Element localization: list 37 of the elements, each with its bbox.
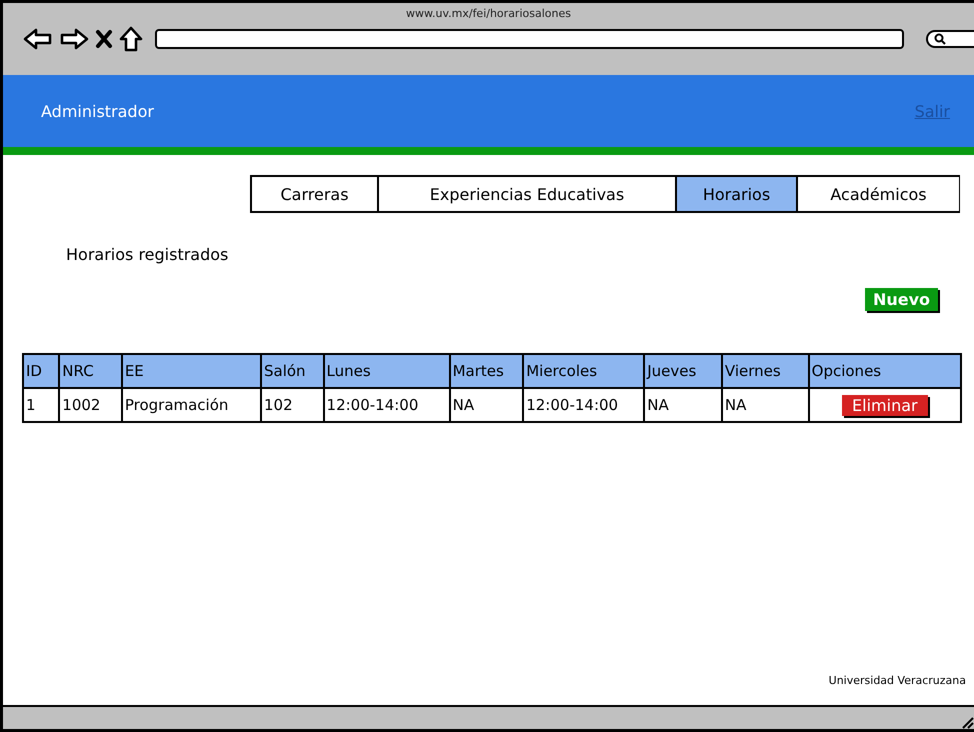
home-icon[interactable] xyxy=(119,26,143,52)
table-cell: 12:00-14:00 xyxy=(523,388,644,422)
nav-tab[interactable]: Horarios xyxy=(676,175,797,213)
header-title: Administrador xyxy=(41,102,154,120)
page-address: www.uv.mx/fei/horariosalones xyxy=(406,7,571,20)
table-cell: 102 xyxy=(261,388,324,422)
delete-button[interactable]: Eliminar xyxy=(842,394,928,416)
table-cell: NA xyxy=(722,388,809,422)
column-header: Viernes xyxy=(722,354,809,388)
column-header: Martes xyxy=(450,354,524,388)
section-title: Horarios registrados xyxy=(66,245,230,264)
table-cell: NA xyxy=(450,388,524,422)
table-cell: NA xyxy=(644,388,722,422)
search-icon xyxy=(934,33,946,45)
table-cell: Programación xyxy=(122,388,261,422)
column-header: ID xyxy=(23,354,60,388)
table-cell: 1 xyxy=(23,388,60,422)
address-field[interactable] xyxy=(155,29,904,49)
column-header: EE xyxy=(122,354,261,388)
footer-text: Universidad Veracruzana xyxy=(828,674,966,687)
back-arrow-icon[interactable] xyxy=(23,27,53,51)
column-header: Lunes xyxy=(324,354,450,388)
search-field[interactable] xyxy=(926,30,974,48)
column-header: Jueves xyxy=(644,354,722,388)
column-header: Miercoles xyxy=(523,354,644,388)
close-icon[interactable] xyxy=(95,29,113,49)
table-cell: 1002 xyxy=(59,388,122,422)
forward-arrow-icon[interactable] xyxy=(59,27,89,51)
new-button[interactable]: Nuevo xyxy=(864,288,938,311)
column-header: Salón xyxy=(261,354,324,388)
table-cell: 12:00-14:00 xyxy=(324,388,450,422)
nav-tab[interactable]: Experiencias Educativas xyxy=(378,175,676,213)
column-header: Opciones xyxy=(808,354,961,388)
nav-tab[interactable]: Carreras xyxy=(250,175,378,213)
resize-grip-icon[interactable] xyxy=(960,715,974,729)
column-header: NRC xyxy=(59,354,122,388)
nav-tab[interactable]: Académicos xyxy=(797,175,960,213)
